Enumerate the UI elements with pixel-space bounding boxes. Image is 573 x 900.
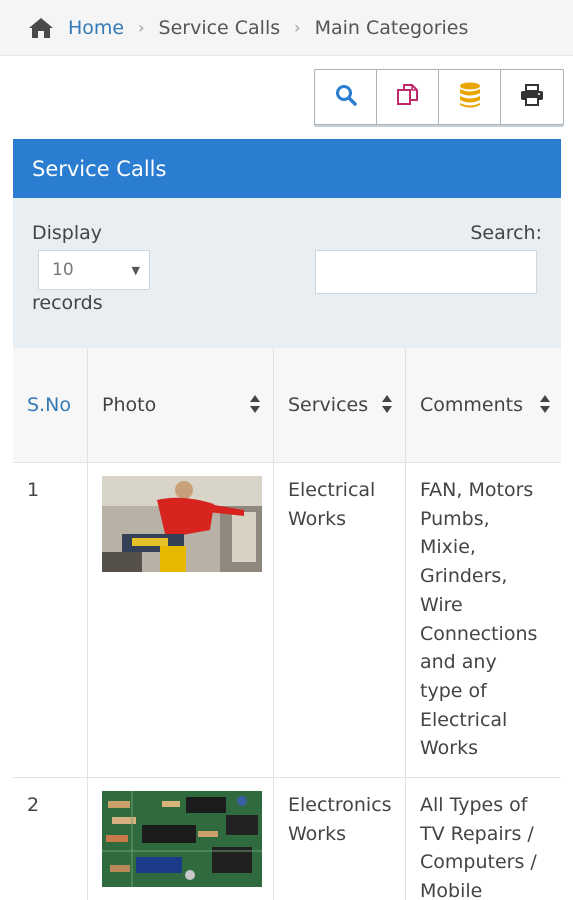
sort-icon — [539, 394, 551, 423]
header-photo[interactable]: Photo — [88, 348, 274, 462]
header-services-label: Services — [288, 393, 369, 416]
page-size-value: 10 — [52, 260, 74, 280]
comment-line: type of — [420, 679, 487, 702]
header-photo-label: Photo — [102, 393, 157, 416]
breadcrumb: Home › Service Calls › Main Categories — [0, 0, 573, 56]
caret-down-icon: ▼ — [131, 264, 140, 277]
table-controls: Display 10 ▼ records Search: — [13, 198, 561, 348]
comment-line: Connections — [420, 622, 538, 645]
breadcrumb-main-categories: Main Categories — [314, 16, 469, 39]
print-icon — [520, 84, 544, 110]
comment-line: Mixie, — [420, 536, 476, 559]
header-services[interactable]: Services — [274, 348, 406, 462]
copy-icon — [395, 82, 421, 112]
breadcrumb-home-link[interactable]: Home — [68, 17, 124, 39]
electrician-photo[interactable] — [102, 476, 262, 572]
cell-photo — [88, 463, 274, 777]
page-size-select[interactable]: 10 ▼ — [38, 250, 150, 290]
circuit-board-photo[interactable] — [102, 791, 262, 887]
export-button[interactable] — [439, 70, 501, 124]
search-input[interactable] — [315, 250, 537, 294]
comment-line: All Types of — [420, 794, 528, 816]
search-label: Search: — [470, 222, 542, 244]
panel-title: Service Calls — [13, 139, 561, 198]
chevron-right-icon: › — [294, 18, 301, 37]
print-button[interactable] — [501, 70, 563, 124]
comment-line: Grinders, — [420, 565, 508, 588]
search-button[interactable] — [315, 70, 377, 124]
home-icon[interactable] — [28, 16, 56, 40]
comment-line: Electrical — [420, 708, 508, 731]
service-line: Electronics — [288, 794, 392, 816]
comment-line: Computers / — [420, 851, 537, 874]
header-comments[interactable]: Comments — [406, 348, 561, 462]
cell-comments: All Types of TV Repairs / Computers / Mo… — [406, 778, 561, 900]
toolbar — [314, 69, 564, 125]
cell-sno: 2 — [13, 778, 88, 900]
service-line: Works — [288, 822, 347, 845]
sort-icon — [381, 394, 393, 423]
comment-line: Wire — [420, 593, 463, 616]
comment-line: Mobile — [420, 880, 483, 900]
service-line: Electrical — [288, 479, 376, 501]
header-sno[interactable]: S.No — [13, 348, 88, 462]
cell-sno: 1 — [13, 463, 88, 777]
table-row[interactable]: 2 Electronics Works All Types of TV Repa… — [13, 778, 561, 900]
cell-photo — [88, 778, 274, 900]
comment-line: FAN, Motors — [420, 479, 534, 501]
services-table: S.No Photo Services Comments 1 Electrica… — [13, 348, 561, 900]
cell-services: Electronics Works — [274, 778, 406, 900]
breadcrumb-service-calls[interactable]: Service Calls — [159, 17, 281, 39]
comment-line: TV Repairs / — [420, 822, 534, 845]
header-comments-label: Comments — [420, 393, 523, 416]
copy-button[interactable] — [377, 70, 439, 124]
display-label: Display — [32, 222, 103, 244]
database-icon — [458, 81, 482, 113]
service-line: Works — [288, 507, 347, 530]
table-row[interactable]: 1 Electrical Works FAN, Motors Pumbs, Mi… — [13, 463, 561, 778]
comment-line: Pumbs, — [420, 507, 490, 530]
comment-line: Works — [420, 737, 479, 760]
table-header-row: S.No Photo Services Comments — [13, 348, 561, 463]
records-label: records — [32, 292, 103, 314]
sort-icon — [249, 394, 261, 423]
cell-services: Electrical Works — [274, 463, 406, 777]
comment-line: and any — [420, 651, 497, 674]
search-icon — [334, 83, 358, 111]
chevron-right-icon: › — [138, 18, 145, 37]
cell-comments: FAN, Motors Pumbs, Mixie, Grinders, Wire… — [406, 463, 561, 777]
